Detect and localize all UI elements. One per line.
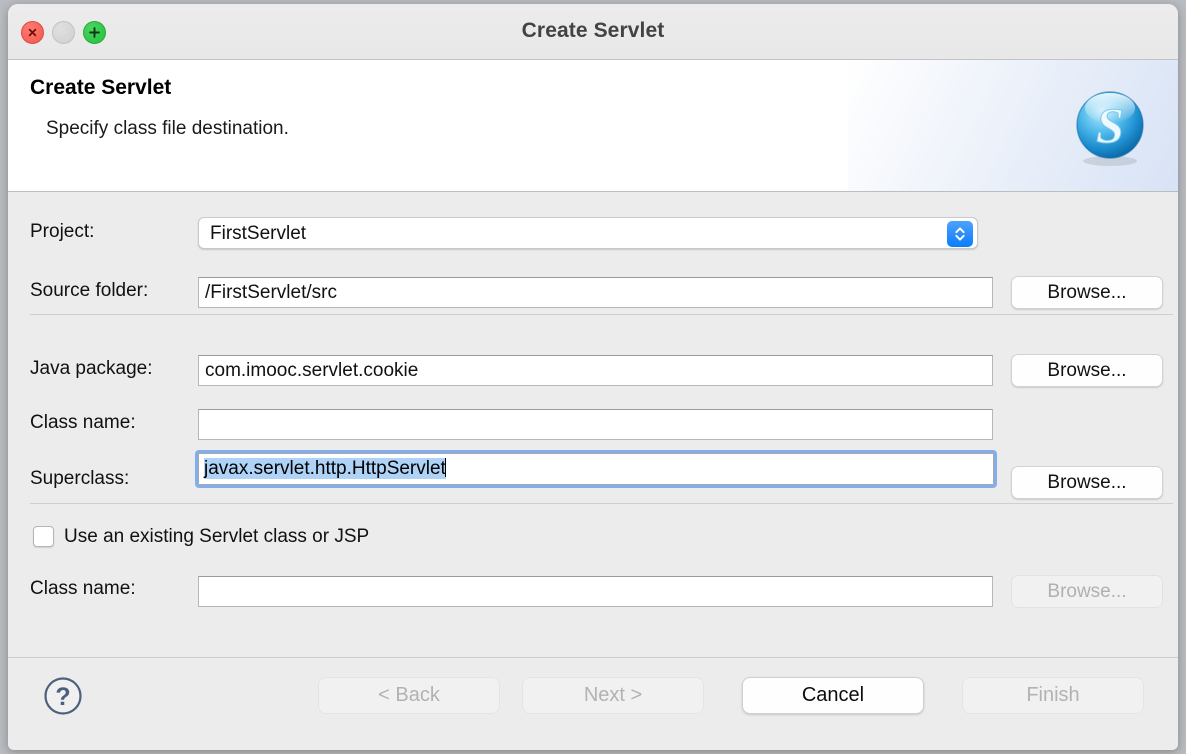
existing-class-name-label: Class name: xyxy=(30,578,136,599)
window-title: Create Servlet xyxy=(521,19,665,42)
project-value: FirstServlet xyxy=(210,223,307,244)
wizard-header: Create Servlet Specify class file destin… xyxy=(8,60,1178,192)
superclass-label: Superclass: xyxy=(30,468,130,489)
source-folder-input[interactable]: /FirstServlet/src xyxy=(198,277,993,308)
superclass-browse-button[interactable]: Browse... xyxy=(1011,466,1163,499)
class-name-label: Class name: xyxy=(30,412,136,433)
text-caret xyxy=(444,458,446,477)
project-label: Project: xyxy=(30,221,95,242)
use-existing-checkbox[interactable] xyxy=(33,526,54,547)
java-package-input[interactable]: com.imooc.servlet.cookie xyxy=(198,355,993,386)
source-folder-label: Source folder: xyxy=(30,280,149,301)
java-package-label: Java package: xyxy=(30,358,153,379)
servlet-s-icon: S xyxy=(1069,86,1151,168)
cancel-button[interactable]: Cancel xyxy=(742,677,924,714)
existing-class-browse-button[interactable]: Browse... xyxy=(1011,575,1163,608)
class-name-input[interactable] xyxy=(198,409,993,440)
separator-2 xyxy=(30,503,1173,504)
source-folder-browse-button[interactable]: Browse... xyxy=(1011,276,1163,309)
separator-1 xyxy=(30,314,1173,315)
svg-text:S: S xyxy=(1096,97,1124,153)
java-package-browse-button[interactable]: Browse... xyxy=(1011,354,1163,387)
dialog-window: Create Servlet Create Servlet Specify cl… xyxy=(8,4,1178,750)
wizard-body: Project: FirstServlet Source folder: /Fi… xyxy=(8,192,1178,657)
wizard-subtitle: Specify class file destination. xyxy=(46,118,289,139)
next-button[interactable]: Next > xyxy=(522,677,704,714)
question-mark-icon: ? xyxy=(44,677,82,715)
project-combobox[interactable]: FirstServlet xyxy=(198,217,978,249)
chevron-updown-icon[interactable] xyxy=(947,221,973,247)
use-existing-label: Use an existing Servlet class or JSP xyxy=(64,526,370,547)
superclass-value: javax.servlet.http.HttpServlet xyxy=(204,458,446,479)
svg-text:?: ? xyxy=(55,683,70,711)
finish-button[interactable]: Finish xyxy=(962,677,1144,714)
superclass-input[interactable]: javax.servlet.http.HttpServlet xyxy=(195,450,997,488)
wizard-footer: ? < Back Next > Cancel Finish xyxy=(8,657,1178,749)
title-bar: Create Servlet xyxy=(8,4,1178,60)
back-button[interactable]: < Back xyxy=(318,677,500,714)
wizard-title: Create Servlet xyxy=(30,76,172,99)
existing-class-name-input[interactable] xyxy=(198,576,993,607)
help-button[interactable]: ? xyxy=(41,674,85,718)
